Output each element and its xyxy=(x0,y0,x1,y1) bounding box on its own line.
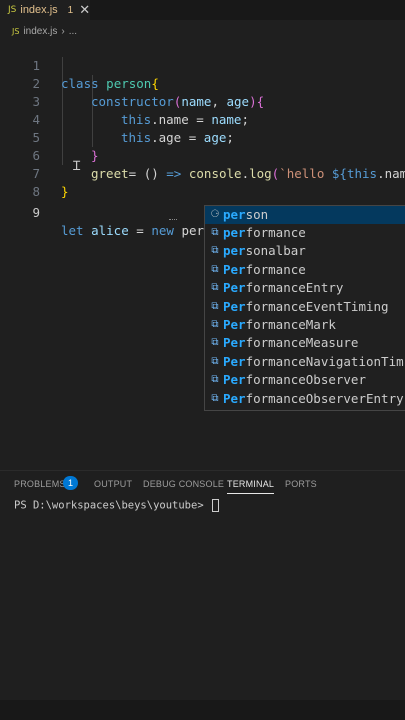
code-line: 6 greet= () => console.log(`hello ${this… xyxy=(0,129,405,181)
line-number: 9 xyxy=(32,205,40,220)
breadcrumb: JS index.js › ... xyxy=(0,22,405,40)
javascript-file-icon: JS xyxy=(12,26,20,36)
breadcrumb-separator: › xyxy=(61,25,65,37)
autocomplete-suggestions[interactable]: ⚆ person ⧉ performance ⧉ personalbar ⧉ P… xyxy=(204,205,405,411)
suggestion-item[interactable]: ⧉ Performance xyxy=(205,261,405,279)
tab-index-js[interactable]: JS index.js 1 ✕ xyxy=(0,0,90,20)
panel-tabs: PROBLEMS 1 OUTPUT DEBUG CONSOLE TERMINAL… xyxy=(0,471,405,497)
code-line: 1 class person{ xyxy=(0,39,405,91)
problems-badge: 1 xyxy=(63,476,78,490)
tab-ports[interactable]: PORTS xyxy=(285,479,317,489)
terminal-prompt: PS D:\workspaces\beys\youtube> xyxy=(14,499,210,512)
variable-symbol-icon: ⧉ xyxy=(211,301,219,312)
variable-symbol-icon: ⧉ xyxy=(211,393,219,404)
tab-problem-count: 1 xyxy=(67,4,74,16)
suggestion-item[interactable]: ⧉ PerformanceNavigationTim xyxy=(205,353,405,371)
code-line-active: 9 let alice = new per xyxy=(0,186,405,239)
variable-symbol-icon: ⧉ xyxy=(211,245,219,256)
code-line: 7 } xyxy=(0,147,405,199)
suggestion-item[interactable]: ⧉ performance xyxy=(205,224,405,242)
variable-symbol-icon: ⧉ xyxy=(211,264,219,275)
suggestion-item[interactable]: ⧉ PerformanceEventTiming xyxy=(205,298,405,316)
code-line: 5 } xyxy=(0,111,405,163)
typed-text: per xyxy=(181,223,205,238)
tab-filename: index.js xyxy=(20,4,58,16)
suggestion-item[interactable]: ⧉ PerformanceObserverEntry xyxy=(205,390,405,408)
suggestion-item[interactable]: ⚆ person xyxy=(205,206,405,224)
suggestion-item[interactable]: ⧉ PerformanceEntry xyxy=(205,279,405,297)
terminal-cursor xyxy=(211,499,219,512)
suggestion-item[interactable]: ⧉ PerformanceObserver xyxy=(205,371,405,389)
warning-squiggle xyxy=(169,216,177,220)
javascript-file-icon: JS xyxy=(8,5,17,15)
variable-symbol-icon: ⧉ xyxy=(211,282,219,293)
tab-output[interactable]: OUTPUT xyxy=(94,479,132,489)
terminal[interactable]: PS D:\workspaces\beys\youtube> xyxy=(14,499,219,512)
variable-symbol-icon: ⧉ xyxy=(211,319,219,330)
status-bar xyxy=(0,700,405,720)
suggestion-item[interactable]: ⧉ PerformanceMeasure xyxy=(205,334,405,352)
tab-debug-console[interactable]: DEBUG CONSOLE xyxy=(143,479,224,489)
tab-problems[interactable]: PROBLEMS xyxy=(14,479,66,489)
variable-symbol-icon: ⧉ xyxy=(211,227,219,238)
suggestion-item[interactable]: ⧉ personalbar xyxy=(205,242,405,260)
code-line: 3 this.name = name; xyxy=(0,75,405,127)
tab-terminal[interactable]: TERMINAL xyxy=(227,479,275,494)
code-line: 4 this.age = age; xyxy=(0,93,405,145)
suggestion-item[interactable]: ⧉ PerformanceMark xyxy=(205,316,405,334)
editor-tab-bar: JS index.js 1 ✕ xyxy=(0,0,405,20)
variable-symbol-icon: ⧉ xyxy=(211,337,219,348)
code-line: 8 xyxy=(0,165,405,199)
breadcrumb-file[interactable]: index.js xyxy=(23,26,57,37)
variable-symbol-icon: ⧉ xyxy=(211,356,219,367)
code-line: 2 constructor(name, age){ xyxy=(0,57,405,109)
bottom-panel: PROBLEMS 1 OUTPUT DEBUG CONSOLE TERMINAL… xyxy=(0,470,405,701)
class-symbol-icon: ⚆ xyxy=(210,209,220,220)
breadcrumb-symbol[interactable]: ... xyxy=(69,26,77,37)
close-icon[interactable]: ✕ xyxy=(79,3,90,18)
variable-symbol-icon: ⧉ xyxy=(211,374,219,385)
mouse-ibeam-icon: Ɪ xyxy=(73,159,81,174)
